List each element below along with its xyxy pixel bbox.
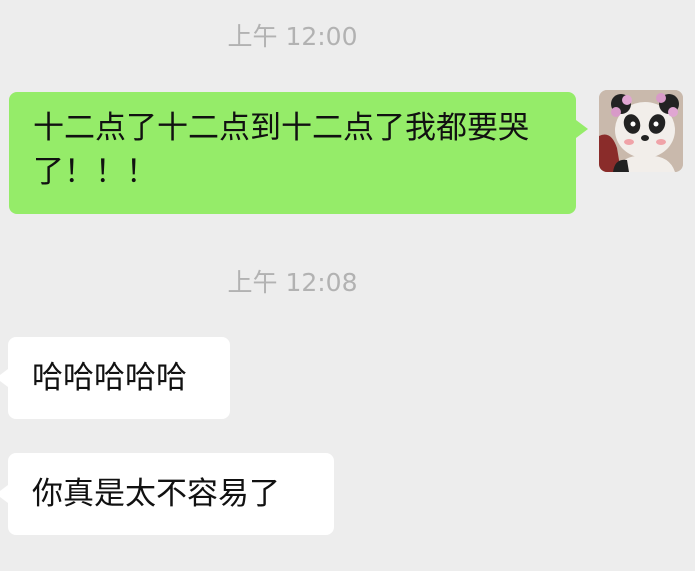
chat-window: 上午 12:00 十二点了十二点到十二点了我都要哭了！！！ 上午 12:08 哈… [0, 0, 695, 571]
message-text: 哈哈哈哈哈 [32, 360, 187, 396]
received-message-bubble[interactable]: 你真是太不容易了 [0, 453, 334, 535]
timestamp: 上午 12:00 [227, 22, 358, 51]
timestamp: 上午 12:08 [227, 268, 358, 297]
received-message-bubble[interactable]: 哈哈哈哈哈 [0, 337, 230, 419]
message-text: 你真是太不容易了 [32, 476, 280, 512]
panda-avatar-icon[interactable] [599, 90, 683, 172]
sent-message-bubble[interactable]: 十二点了十二点到十二点了我都要哭了！！！ [9, 92, 588, 214]
message-text: 十二点了十二点到十二点了我都要哭了！！！ [33, 110, 529, 190]
panda-icon [599, 90, 683, 172]
